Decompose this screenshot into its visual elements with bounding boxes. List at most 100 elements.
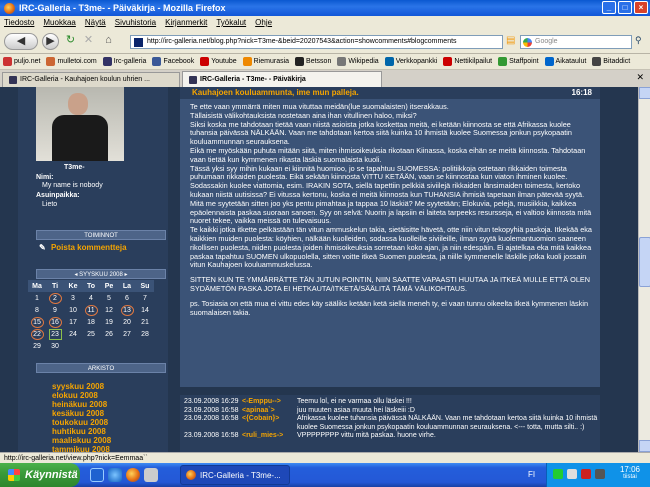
menu-view[interactable]: Näytä: [85, 18, 106, 27]
profile-picture[interactable]: [36, 87, 124, 161]
back-button[interactable]: ◀: [4, 33, 38, 50]
bookmark-favicon-icon: [592, 57, 602, 66]
bookmark-favicon-icon: [102, 57, 112, 66]
firefox-quicklaunch-icon[interactable]: [126, 468, 140, 482]
bookmark-item[interactable]: mulletoi.com: [46, 57, 97, 66]
post-header: Kauhajoen kouluammunta, ime mun palleja.…: [180, 87, 600, 99]
comment-user-link[interactable]: <ruli_mies->: [242, 432, 297, 441]
volume-icon[interactable]: [567, 469, 577, 479]
window-titlebar: IRC-Galleria - T3me- - Päiväkirja - Mozi…: [0, 0, 650, 16]
close-button[interactable]: ×: [634, 1, 648, 14]
bookmark-item[interactable]: Nettikilpailut: [443, 57, 492, 66]
bookmark-label: Youtube: [211, 58, 237, 65]
bookmark-item[interactable]: Irc-galleria: [102, 57, 146, 66]
media-player-icon[interactable]: [144, 468, 158, 482]
archive-month-link[interactable]: huhtikuu 2008: [52, 427, 111, 436]
bookmark-item[interactable]: Youtube: [200, 57, 237, 66]
start-label: Käynnistä: [25, 469, 78, 481]
comment-user-link[interactable]: <-Emppu-->: [242, 398, 297, 407]
scroll-down-button[interactable]: [639, 440, 650, 452]
minimize-button[interactable]: _: [602, 1, 616, 14]
tray-app-icon[interactable]: [595, 469, 605, 479]
calendar-day[interactable]: 23: [48, 328, 62, 340]
menu-tools[interactable]: Työkalut: [216, 18, 246, 27]
rss-icon[interactable]: ▤: [506, 35, 515, 46]
bookmark-item[interactable]: Verkkopankki: [384, 57, 437, 66]
show-desktop-icon[interactable]: [90, 468, 104, 482]
calendar-day[interactable]: 13: [120, 304, 134, 316]
address-bar[interactable]: http://irc-galleria.net/blog.php?nick=T3…: [130, 35, 503, 49]
calendar-day[interactable]: 2: [48, 292, 62, 304]
profile-nick[interactable]: T3me-: [64, 164, 85, 171]
comment-user-link[interactable]: <{Cobain}>: [242, 415, 297, 432]
tab-kauhajoen[interactable]: IRC-Galleria - Kauhajoen koulun uhrien .…: [2, 72, 180, 87]
menu-file[interactable]: Tiedosto: [4, 18, 34, 27]
bookmark-item[interactable]: Riemurasia: [242, 57, 289, 66]
menu-bar: Tiedosto Muokkaa Näytä Sivuhistoria Kirj…: [0, 16, 650, 29]
menu-edit[interactable]: Muokkaa: [43, 18, 75, 27]
archive-month-link[interactable]: toukokuu 2008: [52, 418, 111, 427]
bookmark-item[interactable]: puljo.net: [3, 57, 40, 66]
clock[interactable]: 17:06 tiistai: [613, 465, 647, 480]
scroll-thumb[interactable]: [639, 237, 650, 287]
bookmark-favicon-icon: [295, 57, 305, 66]
delete-comments-link[interactable]: ✎ Poista kommentteja: [36, 243, 166, 255]
bookmark-item[interactable]: Wikipedia: [337, 57, 379, 66]
bookmark-favicon-icon: [46, 57, 56, 66]
network-icon[interactable]: [553, 469, 563, 479]
search-input[interactable]: Google: [520, 35, 632, 49]
bookmark-item[interactable]: Facebook: [152, 57, 194, 66]
pin-icon: ✎: [39, 243, 46, 252]
search-magnifier-icon[interactable]: ⚲: [635, 35, 642, 46]
bookmark-item[interactable]: Aikataulut: [544, 57, 586, 66]
archive-month-link[interactable]: kesäkuu 2008: [52, 409, 111, 418]
home-icon[interactable]: ⌂: [100, 33, 117, 50]
post-paragraph: Mitä me syytetään sitten joo yks pentu p…: [190, 198, 592, 226]
menu-help[interactable]: Ohje: [255, 18, 272, 27]
calendar-day[interactable]: 15: [30, 316, 44, 328]
calendar-weekday: To: [82, 280, 100, 292]
tab-close-icon[interactable]: ✕: [636, 72, 644, 83]
bookmark-label: Staffpoint: [509, 58, 539, 65]
archive-month-link[interactable]: tammikuu 2008: [52, 445, 111, 452]
bookmark-item[interactable]: Staffpoint: [498, 57, 539, 66]
antivirus-icon[interactable]: [581, 469, 591, 479]
actions-header: TOIMINNOT: [36, 230, 166, 240]
language-indicator[interactable]: FI: [528, 470, 535, 479]
calendar-day[interactable]: 22: [30, 328, 44, 340]
calendar-header: ◂ SYYSKUU 2008 ▸: [36, 269, 166, 279]
bookmark-label: mulletoi.com: [57, 58, 97, 65]
ie-icon[interactable]: [108, 468, 122, 482]
bookmark-item[interactable]: Bitaddict: [592, 57, 630, 66]
archive-month-link[interactable]: heinäkuu 2008: [52, 400, 111, 409]
scroll-up-button[interactable]: [639, 87, 650, 99]
post-time: 16:18: [571, 88, 592, 97]
start-button[interactable]: Käynnistä: [0, 463, 80, 487]
calendar-day: 7: [143, 294, 147, 302]
bookmark-item[interactable]: Betsson: [295, 57, 331, 66]
bookmark-favicon-icon: [498, 57, 508, 66]
post-title: Kauhajoen kouluammunta, ime mun palleja.: [192, 88, 359, 97]
archive-month-link[interactable]: maaliskuu 2008: [52, 436, 111, 445]
comment-user-link[interactable]: <apinaa`>: [242, 407, 297, 416]
page-scrollbar[interactable]: [638, 87, 650, 452]
comment-row: 23.09.2008 16:29 <-Emppu--> Teemu lol, ei …: [180, 398, 600, 407]
menu-bookmarks[interactable]: Kirjanmerkit: [165, 18, 207, 27]
stop-icon[interactable]: ✕: [80, 33, 97, 50]
calendar-day[interactable]: 11: [84, 304, 98, 316]
calendar-month: SYYSKUU 2008: [79, 272, 123, 278]
calendar-next-icon[interactable]: ▸: [125, 272, 128, 278]
forward-button[interactable]: ▶: [42, 33, 59, 50]
comment-text: Teemu lol, ei ne varmaa ollu läskei !!!: [297, 398, 412, 405]
system-tray: 17:06 tiistai: [546, 463, 650, 487]
menu-history[interactable]: Sivuhistoria: [115, 18, 156, 27]
reload-icon[interactable]: ↻: [62, 33, 79, 50]
calendar-day[interactable]: 16: [48, 316, 62, 328]
calendar-day: 17: [69, 318, 77, 326]
archive-month-link[interactable]: elokuu 2008: [52, 391, 111, 400]
tab-paivakirja[interactable]: IRC-Galleria - T3me- - Päiväkirja: [182, 71, 382, 87]
calendar-day: 5: [107, 294, 111, 302]
archive-month-link[interactable]: syyskuu 2008: [52, 382, 111, 391]
maximize-button[interactable]: □: [618, 1, 632, 14]
taskbar-firefox-window[interactable]: IRC-Galleria - T3me-...: [180, 465, 290, 485]
